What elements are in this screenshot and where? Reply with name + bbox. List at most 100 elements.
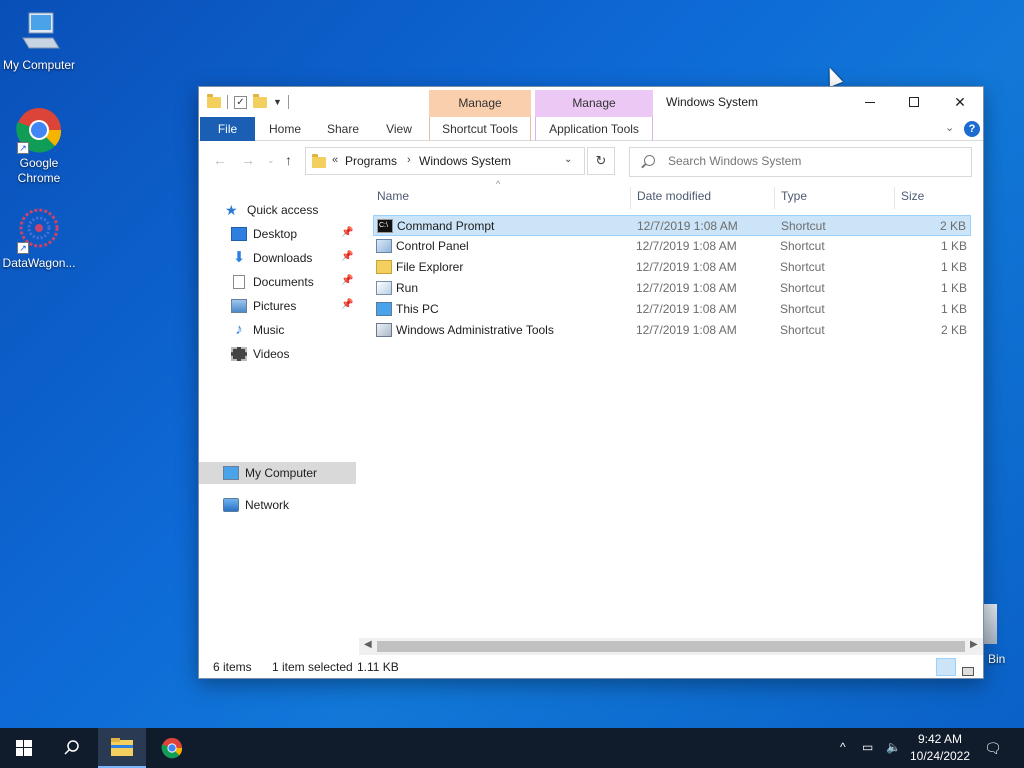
column-header-size[interactable]: Size	[901, 181, 924, 211]
file-explorer-window: ✓ ▼ Windows System ✕ Manage Manage File …	[198, 86, 984, 679]
maximize-icon	[909, 97, 919, 107]
recent-locations-button[interactable]: ⌄	[267, 155, 275, 166]
document-icon	[233, 275, 245, 289]
taskbar-file-explorer[interactable]	[98, 728, 146, 768]
desktop-icon-google-chrome[interactable]: ↗ Google Chrome	[1, 106, 77, 186]
clock-time: 9:42 AM	[917, 732, 963, 746]
shortcut-arrow-icon: ↗	[17, 242, 29, 254]
search-button[interactable]	[48, 728, 96, 768]
monitor-icon	[15, 8, 63, 56]
chrome-icon	[161, 737, 183, 759]
admin-tools-icon	[376, 323, 392, 337]
download-icon: ⬇	[232, 249, 246, 266]
start-button[interactable]	[0, 728, 48, 768]
nav-network[interactable]: Network	[223, 494, 289, 516]
control-panel-icon	[376, 239, 392, 253]
address-dropdown-icon[interactable]: ⌄	[564, 154, 572, 165]
tab-share[interactable]: Share	[319, 117, 367, 141]
pin-icon[interactable]: 📌	[341, 275, 353, 286]
nav-quick-access[interactable]: ★ Quick access	[225, 199, 318, 221]
pin-icon[interactable]: 📌	[341, 251, 353, 262]
breadcrumb-overflow[interactable]: «	[332, 154, 338, 166]
notifications-icon[interactable]: 🗨	[984, 740, 1002, 757]
show-hidden-icons-icon[interactable]: ^	[840, 740, 846, 754]
tab-shortcut-tools[interactable]: Shortcut Tools	[429, 117, 531, 141]
nav-downloads[interactable]: ⬇ Downloads	[231, 247, 313, 269]
nav-videos[interactable]: Videos	[231, 343, 289, 365]
details-view-button[interactable]	[936, 658, 956, 676]
contextual-group-label: Manage	[535, 90, 653, 117]
nav-documents[interactable]: Documents	[231, 271, 314, 293]
navigation-pane: ★ Quick access Desktop 📌 ⬇ Downloads 📌 D…	[199, 181, 359, 651]
contextual-group-label: Manage	[429, 90, 531, 117]
up-button[interactable]: ↑	[285, 152, 292, 168]
tab-home[interactable]: Home	[261, 117, 309, 141]
large-icons-view-icon	[962, 667, 974, 676]
column-header-name[interactable]: Name	[377, 181, 409, 211]
nav-pictures[interactable]: Pictures	[231, 295, 296, 317]
refresh-button[interactable]: ↻	[587, 147, 615, 175]
recycle-bin-label: Bin	[988, 652, 1006, 666]
customize-toolbar-icon[interactable]: ▼	[273, 97, 282, 107]
address-bar[interactable]: « Programs › Windows System ⌄	[305, 147, 585, 175]
taskbar: ^ ▭ 🔈 9:42 AM 10/24/2022 🗨	[0, 728, 1024, 768]
clock[interactable]: 9:42 AM 10/24/2022	[908, 731, 972, 765]
video-icon	[231, 347, 247, 361]
ribbon-tabs: File Home Share View Shortcut Tools Appl…	[199, 117, 983, 141]
horizontal-scrollbar[interactable]: ◀ ▶	[359, 638, 983, 655]
desktop-icon-my-computer[interactable]: My Computer	[1, 8, 77, 73]
forward-button[interactable]: →	[241, 152, 255, 168]
scroll-left-icon[interactable]: ◀	[364, 639, 372, 650]
pin-icon[interactable]: 📌	[341, 227, 353, 238]
back-button[interactable]: ←	[213, 152, 227, 168]
properties-icon[interactable]: ✓	[234, 95, 247, 109]
network-icon	[223, 498, 239, 512]
expand-ribbon-icon[interactable]: ⌄	[945, 121, 954, 134]
sort-ascending-icon: ^	[496, 179, 501, 189]
network-icon[interactable]: ▭	[862, 740, 873, 754]
file-row[interactable]: Run 12/7/2019 1:08 AM Shortcut 1 KB	[373, 278, 971, 299]
tab-file[interactable]: File	[200, 117, 255, 141]
help-icon[interactable]: ?	[964, 121, 980, 137]
desktop-icon-datawagon[interactable]: ↗ DataWagon...	[1, 206, 77, 271]
column-header-date-modified[interactable]: Date modified	[637, 181, 711, 211]
scroll-right-icon[interactable]: ▶	[970, 639, 978, 650]
quick-access-toolbar: ✓ ▼	[207, 93, 289, 111]
desktop-icon-label: Google Chrome	[17, 156, 61, 185]
close-icon: ✕	[954, 93, 966, 110]
file-explorer-icon	[376, 260, 392, 274]
tab-view[interactable]: View	[377, 117, 421, 141]
nav-desktop[interactable]: Desktop	[231, 223, 297, 245]
breadcrumb-programs[interactable]: Programs	[345, 154, 397, 168]
nav-music[interactable]: ♪ Music	[231, 319, 284, 341]
breadcrumb-separator: ›	[407, 154, 411, 166]
scrollbar-thumb[interactable]	[377, 641, 965, 652]
file-row[interactable]: Control Panel 12/7/2019 1:08 AM Shortcut…	[373, 236, 971, 257]
search-box[interactable]	[629, 147, 972, 177]
address-row: ← → ⌄ ↑ « Programs › Windows System ⌄ ↻	[199, 142, 983, 180]
pin-icon[interactable]: 📌	[341, 299, 353, 310]
taskbar-chrome[interactable]	[148, 728, 196, 768]
file-row[interactable]: C:\ Command Prompt 12/7/2019 1:08 AM Sho…	[373, 215, 971, 236]
file-row[interactable]: File Explorer 12/7/2019 1:08 AM Shortcut…	[373, 257, 971, 278]
file-row[interactable]: Windows Administrative Tools 12/7/2019 1…	[373, 320, 971, 341]
breadcrumb-windows-system[interactable]: Windows System	[419, 154, 511, 168]
datawagon-icon: ↗	[15, 206, 63, 254]
search-icon	[644, 155, 655, 166]
column-header-type[interactable]: Type	[781, 181, 807, 211]
close-button[interactable]: ✕	[937, 87, 983, 117]
new-folder-icon[interactable]	[253, 93, 267, 108]
search-icon	[64, 740, 79, 755]
run-icon	[376, 281, 392, 295]
music-icon: ♪	[235, 321, 243, 338]
search-input[interactable]	[668, 154, 958, 168]
volume-icon[interactable]: 🔈	[886, 740, 901, 754]
nav-my-computer[interactable]: My Computer	[199, 462, 356, 484]
maximize-button[interactable]	[891, 87, 937, 117]
desktop-icon-label: DataWagon...	[2, 256, 76, 270]
selection-count: 1 item selected	[272, 660, 353, 674]
file-row[interactable]: This PC 12/7/2019 1:08 AM Shortcut 1 KB	[373, 299, 971, 320]
minimize-button[interactable]	[847, 87, 893, 117]
large-icons-view-button[interactable]	[958, 658, 978, 676]
tab-application-tools[interactable]: Application Tools	[535, 117, 653, 141]
